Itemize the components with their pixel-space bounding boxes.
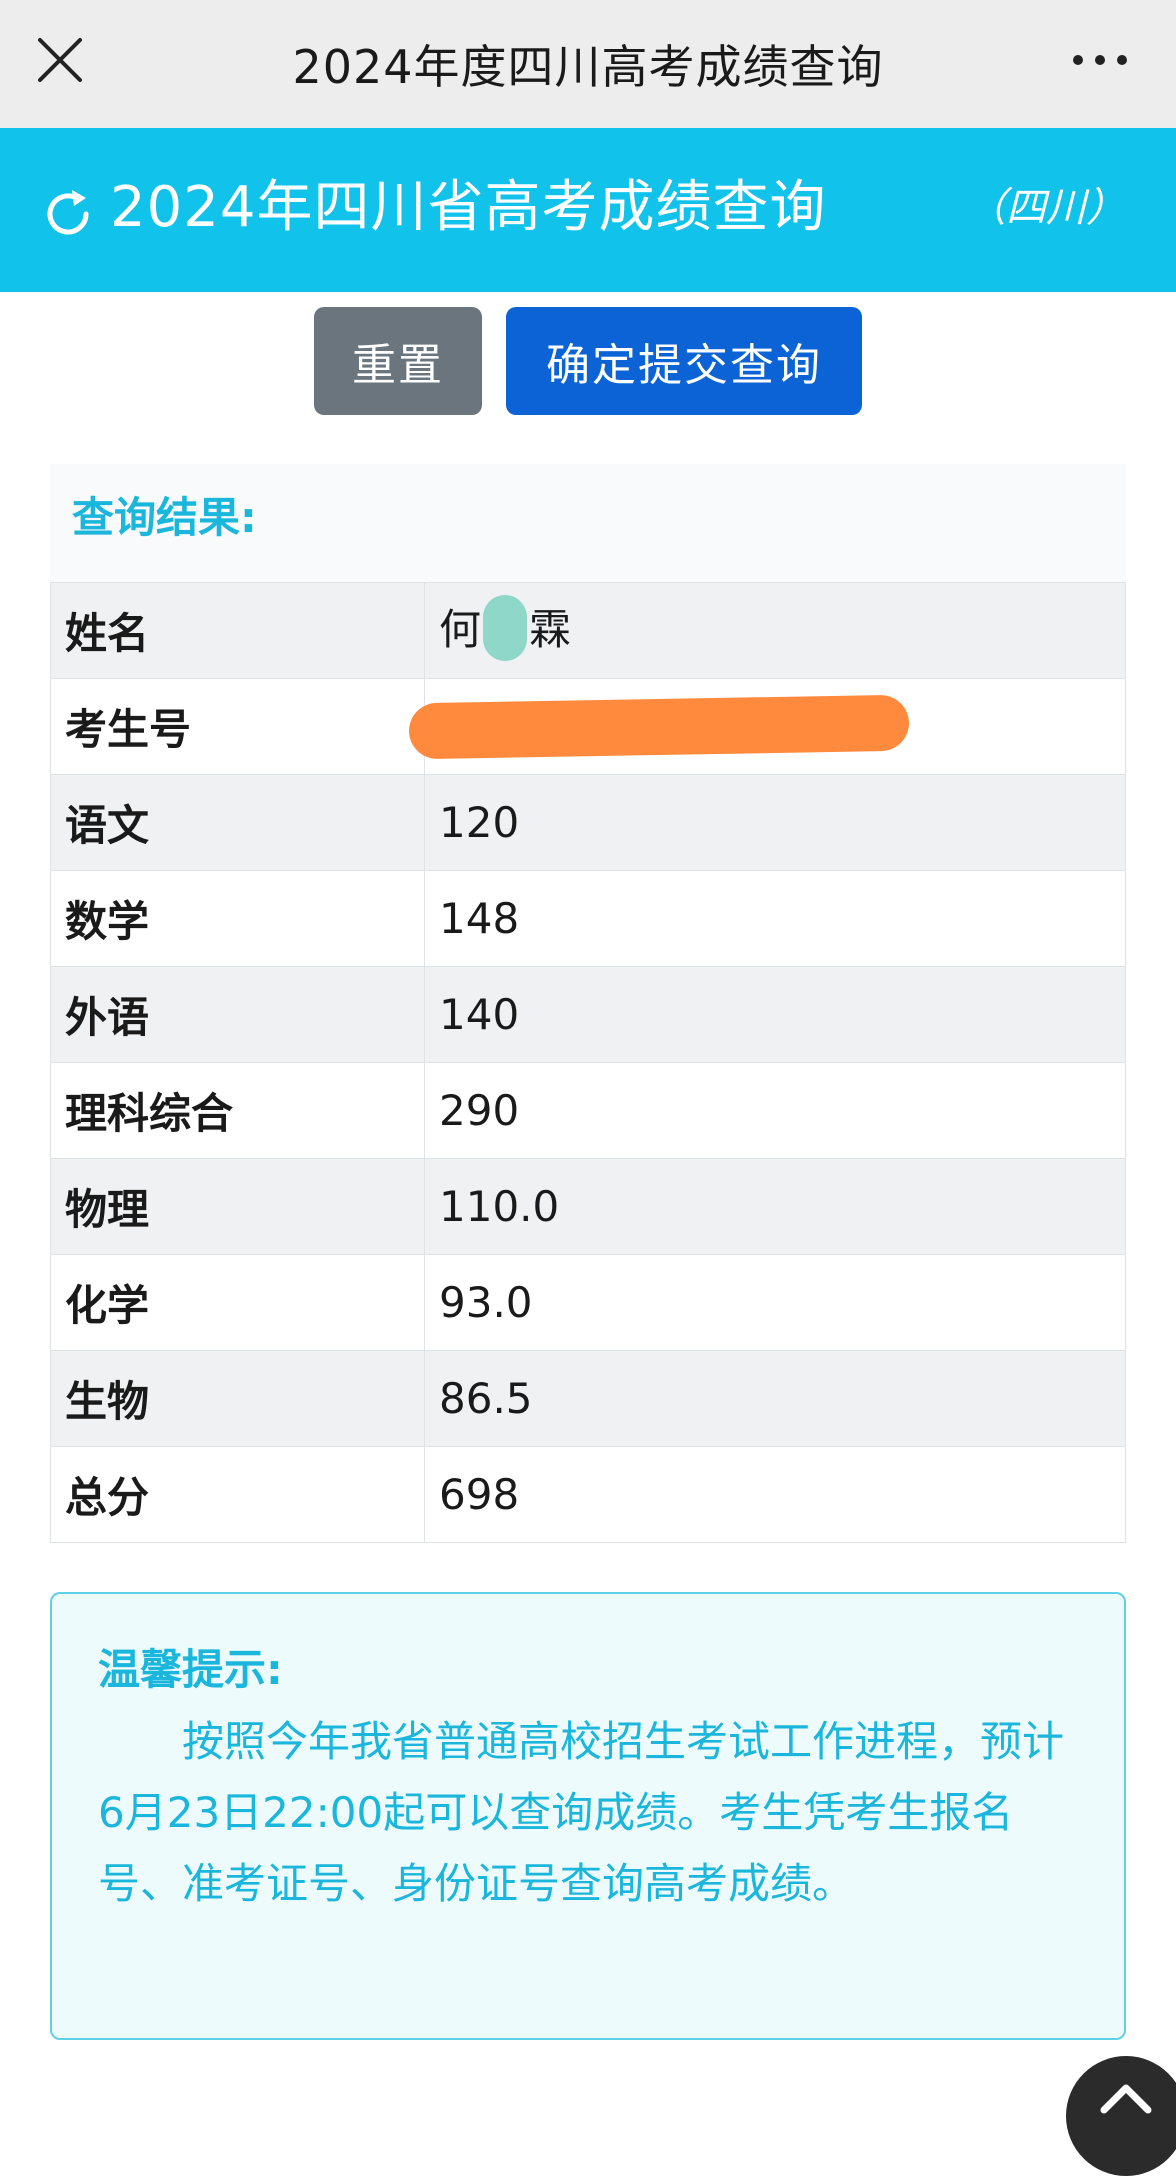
table-row: 语文 120 bbox=[50, 774, 1126, 871]
row-label: 化学 bbox=[50, 1254, 425, 1351]
row-value: 698 bbox=[424, 1446, 1126, 1543]
scroll-top-button[interactable] bbox=[1066, 2056, 1176, 2176]
row-value: 何霖 bbox=[424, 582, 1126, 679]
row-label: 总分 bbox=[50, 1446, 425, 1543]
close-icon[interactable] bbox=[34, 34, 86, 86]
row-label: 姓名 bbox=[50, 582, 425, 679]
page-title: 2024年度四川高考成绩查询 bbox=[292, 40, 884, 94]
row-label: 考生号 bbox=[50, 678, 425, 775]
result-table: 姓名 何霖 考生号 语文 120 数学 148 外语 140 理科综合 290 … bbox=[50, 582, 1126, 1543]
row-label: 生物 bbox=[50, 1350, 425, 1447]
tip-body: 按照今年我省普通高校招生考试工作进程，预计6月23日22:00起可以查询成绩。考… bbox=[98, 1717, 1065, 1908]
table-row: 考生号 bbox=[50, 678, 1126, 775]
row-label: 理科综合 bbox=[50, 1062, 425, 1159]
table-row: 理科综合 290 bbox=[50, 1062, 1126, 1159]
name-part: 霖 bbox=[529, 604, 572, 654]
redaction-mark bbox=[408, 694, 910, 759]
table-row: 数学 148 bbox=[50, 870, 1126, 967]
row-label: 物理 bbox=[50, 1158, 425, 1255]
row-value: 140 bbox=[424, 966, 1126, 1063]
row-value: 93.0 bbox=[424, 1254, 1126, 1351]
chevron-up-icon bbox=[1100, 2084, 1152, 2114]
row-label: 数学 bbox=[50, 870, 425, 967]
banner-region: （四川） bbox=[966, 185, 1126, 231]
table-row: 姓名 何霖 bbox=[50, 582, 1126, 679]
blur-mask bbox=[483, 595, 528, 662]
row-value: 290 bbox=[424, 1062, 1126, 1159]
refresh-icon[interactable] bbox=[40, 186, 96, 242]
tip-box: 温馨提示: 按照今年我省普通高校招生考试工作进程，预计6月23日22:00起可以… bbox=[50, 1592, 1126, 2040]
table-row: 化学 93.0 bbox=[50, 1254, 1126, 1351]
row-value: 148 bbox=[424, 870, 1126, 967]
tip-title: 温馨提示: bbox=[98, 1645, 283, 1694]
row-value: 110.0 bbox=[424, 1158, 1126, 1255]
result-panel: 查询结果: 姓名 何霖 考生号 语文 120 数学 148 外语 140 理科综… bbox=[50, 464, 1126, 1543]
table-row: 总分 698 bbox=[50, 1446, 1126, 1543]
row-value: 86.5 bbox=[424, 1350, 1126, 1447]
banner-title: 2024年四川省高考成绩查询 bbox=[110, 175, 827, 240]
row-label: 语文 bbox=[50, 774, 425, 871]
name-part: 何 bbox=[439, 604, 482, 654]
submit-query-button[interactable]: 确定提交查询 bbox=[506, 307, 862, 415]
more-horizontal-icon[interactable] bbox=[1070, 50, 1130, 70]
table-row: 生物 86.5 bbox=[50, 1350, 1126, 1447]
reset-button[interactable]: 重置 bbox=[314, 307, 482, 415]
row-value: 120 bbox=[424, 774, 1126, 871]
table-row: 物理 110.0 bbox=[50, 1158, 1126, 1255]
header-banner: 2024年四川省高考成绩查询 （四川） bbox=[0, 128, 1176, 292]
result-header: 查询结果: bbox=[72, 493, 257, 542]
top-navbar: 2024年度四川高考成绩查询 bbox=[0, 0, 1176, 128]
row-label: 外语 bbox=[50, 966, 425, 1063]
table-row: 外语 140 bbox=[50, 966, 1126, 1063]
row-value bbox=[408, 678, 1126, 775]
